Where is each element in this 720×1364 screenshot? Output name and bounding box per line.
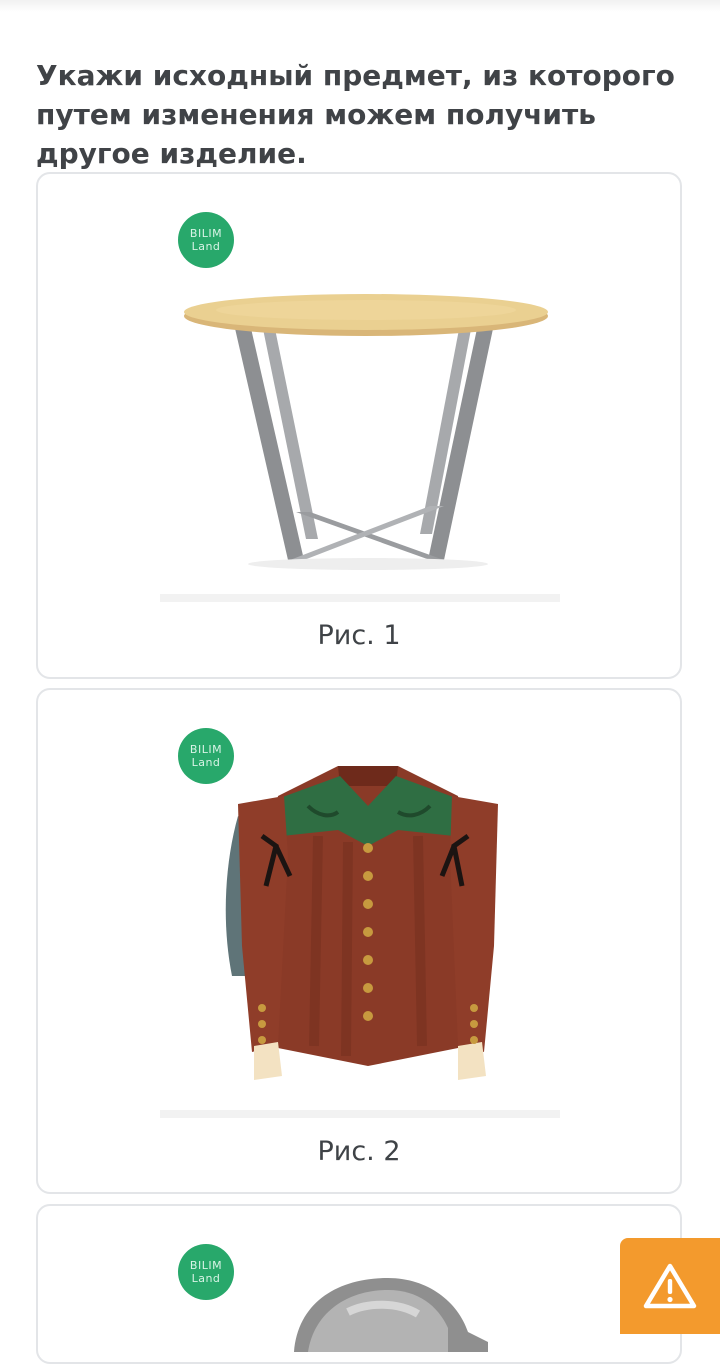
logo-text-top: BILIM (189, 227, 223, 240)
caption-divider (160, 594, 560, 602)
logo-text-bottom: Land (191, 1272, 221, 1285)
bilimland-logo: BILIM Land (178, 1244, 234, 1300)
jacket-icon (225, 766, 498, 1080)
answer-option-1[interactable]: BILIM Land Рис. 1 (36, 172, 682, 679)
logo-text-bottom: Land (191, 240, 221, 253)
report-button[interactable] (620, 1238, 720, 1334)
helmet-icon (294, 1278, 488, 1352)
table-icon (184, 294, 548, 570)
answer-option-2[interactable]: BILIM Land Рис. 2 (36, 688, 682, 1194)
logo-text-top: BILIM (189, 1259, 223, 1272)
caption-divider (160, 1110, 560, 1118)
answer-option-3[interactable]: BILIM Land (36, 1204, 682, 1364)
warning-icon (643, 1263, 697, 1309)
question-text: Укажи исходный предмет, из которого путе… (36, 59, 675, 170)
option-caption: Рис. 2 (317, 1136, 401, 1167)
top-bar-shadow (0, 0, 720, 12)
bilimland-logo: BILIM Land (178, 212, 234, 268)
option-caption: Рис. 1 (317, 620, 401, 651)
